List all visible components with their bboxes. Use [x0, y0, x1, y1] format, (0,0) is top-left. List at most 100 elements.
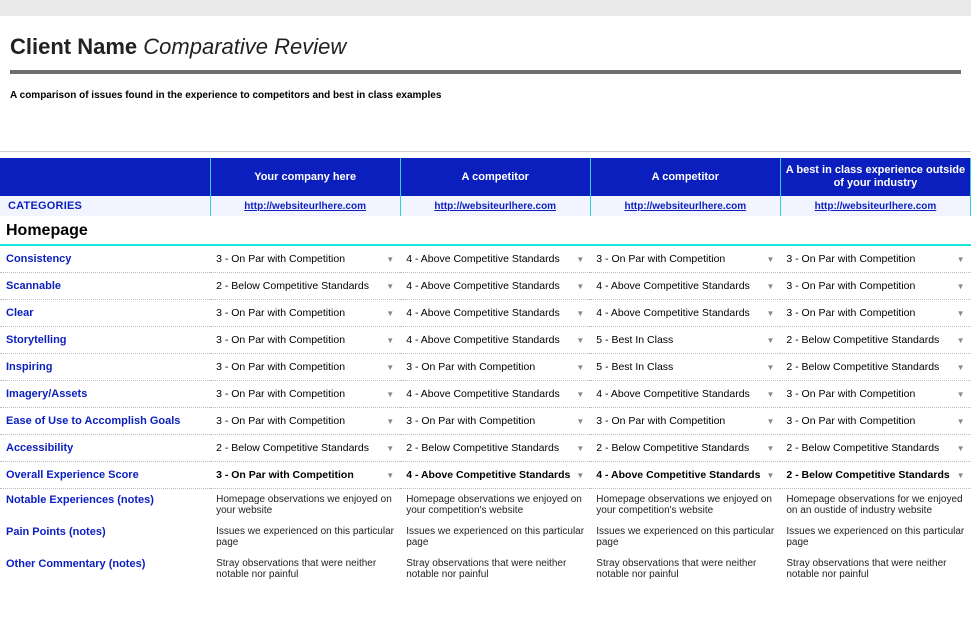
cell-value: 4 - Above Competitive Standards [406, 253, 560, 265]
cell-value: 4 - Above Competitive Standards [596, 469, 760, 481]
table-cell[interactable]: 4 - Above Competitive Standards ▼ [400, 245, 590, 273]
chevron-down-icon[interactable]: ▼ [386, 309, 394, 318]
cell-wrap: 4 - Above Competitive Standards ▼ [406, 253, 584, 265]
chevron-down-icon[interactable]: ▼ [576, 255, 584, 264]
notes-cell[interactable]: Issues we experienced on this particular… [400, 521, 590, 553]
chevron-down-icon[interactable]: ▼ [576, 282, 584, 291]
chevron-down-icon[interactable]: ▼ [386, 363, 394, 372]
chevron-down-icon[interactable]: ▼ [957, 336, 965, 345]
table-cell[interactable]: 4 - Above Competitive Standards ▼ [590, 462, 780, 489]
table-cell[interactable]: 2 - Below Competitive Standards▼ [400, 435, 590, 462]
notes-cell[interactable]: Issues we experienced on this particular… [210, 521, 400, 553]
chevron-down-icon[interactable]: ▼ [766, 309, 774, 318]
chevron-down-icon[interactable]: ▼ [766, 336, 774, 345]
chevron-down-icon[interactable]: ▼ [386, 417, 394, 426]
table-cell[interactable]: 2 - Below Competitive Standards▼ [780, 354, 970, 381]
table-row: Scannable2 - Below Competitive Standards… [0, 273, 971, 300]
url-link-company[interactable]: http://websiteurlhere.com [210, 196, 400, 216]
table-cell[interactable]: 3 - On Par with Competition▼ [210, 462, 400, 489]
table-cell[interactable]: 4 - Above Competitive Standards▼ [400, 273, 590, 300]
table-cell[interactable]: 3 - On Par with Competition▼ [400, 354, 590, 381]
table-cell[interactable]: 3 - On Par with Competition▼ [210, 381, 400, 408]
url-link-best-in-class[interactable]: http://websiteurlhere.com [780, 196, 970, 216]
notes-cell[interactable]: Stray observations that were neither not… [780, 553, 970, 585]
table-cell[interactable]: 5 - Best In Class▼ [590, 354, 780, 381]
document-header: Client Name Comparative Review [0, 16, 971, 90]
chevron-down-icon[interactable]: ▼ [957, 390, 965, 399]
chevron-down-icon[interactable]: ▼ [957, 282, 965, 291]
table-cell[interactable]: 4 - Above Competitive Standards▼ [400, 381, 590, 408]
chevron-down-icon[interactable]: ▼ [576, 309, 584, 318]
notes-cell[interactable]: Stray observations that were neither not… [590, 553, 780, 585]
notes-cell[interactable]: Homepage observations we enjoyed on your… [210, 489, 400, 522]
chevron-down-icon[interactable]: ▼ [766, 444, 774, 453]
cell-value: 3 - On Par with Competition [216, 415, 345, 427]
cell-wrap: 2 - Below Competitive Standards▼ [596, 442, 774, 454]
title-divider [10, 70, 961, 74]
table-cell[interactable]: 3 - On Par with Competition▼ [210, 300, 400, 327]
table-cell[interactable]: 3 - On Par with Competition▼ [210, 245, 400, 273]
table-cell[interactable]: 3 - On Par with Competition▼ [780, 300, 970, 327]
table-cell[interactable]: 3 - On Par with Competition▼ [590, 245, 780, 273]
notes-cell[interactable]: Homepage observations we enjoyed on your… [590, 489, 780, 522]
url-link-competitor-1[interactable]: http://websiteurlhere.com [400, 196, 590, 216]
chevron-down-icon[interactable]: ▼ [766, 417, 774, 426]
table-cell[interactable]: 3 - On Par with Competition▼ [780, 273, 970, 300]
table-cell[interactable]: 4 - Above Competitive Standards▼ [400, 300, 590, 327]
cell-wrap: 4 - Above Competitive Standards▼ [406, 469, 584, 481]
table-cell[interactable]: 3 - On Par with Competition▼ [590, 408, 780, 435]
table-cell[interactable]: 4 - Above Competitive Standards▼ [590, 300, 780, 327]
table-cell[interactable]: 3 - On Par with Competition▼ [780, 408, 970, 435]
table-cell[interactable]: 3 - On Par with Competition▼ [780, 245, 970, 273]
chevron-down-icon[interactable]: ▼ [576, 390, 584, 399]
notes-cell[interactable]: Homepage observations for we enjoyed on … [780, 489, 970, 522]
chevron-down-icon[interactable]: ▼ [766, 390, 774, 399]
chevron-down-icon[interactable]: ▼ [957, 363, 965, 372]
chevron-down-icon[interactable]: ▼ [957, 255, 965, 264]
column-header-blank [0, 158, 210, 196]
chevron-down-icon[interactable]: ▼ [957, 309, 965, 318]
table-cell[interactable]: 4 - Above Competitive Standards▼ [400, 327, 590, 354]
table-cell[interactable]: 3 - On Par with Competition▼ [780, 381, 970, 408]
url-link-competitor-2[interactable]: http://websiteurlhere.com [590, 196, 780, 216]
table-cell[interactable]: 2 - Below Competitive Standards▼ [780, 462, 970, 489]
notes-cell[interactable]: Issues we experienced on this particular… [590, 521, 780, 553]
chevron-down-icon[interactable]: ▼ [576, 444, 584, 453]
chevron-down-icon[interactable]: ▼ [766, 471, 774, 480]
chevron-down-icon[interactable]: ▼ [957, 444, 965, 453]
table-cell[interactable]: 3 - On Par with Competition ▼ [210, 408, 400, 435]
table-cell[interactable]: 4 - Above Competitive Standards▼ [590, 381, 780, 408]
table-cell[interactable]: 4 - Above Competitive Standards▼ [400, 462, 590, 489]
table-cell[interactable]: 2 - Below Competitive Standards▼ [210, 273, 400, 300]
cell-wrap: 4 - Above Competitive Standards▼ [596, 388, 774, 400]
chevron-down-icon[interactable]: ▼ [576, 471, 584, 480]
table-cell[interactable]: 2 - Below Competitive Standards▼ [780, 327, 970, 354]
chevron-down-icon[interactable]: ▼ [386, 255, 394, 264]
chevron-down-icon[interactable]: ▼ [386, 336, 394, 345]
table-cell[interactable]: 2 - Below Competitive Standards▼ [210, 435, 400, 462]
chevron-down-icon[interactable]: ▼ [386, 282, 394, 291]
table-cell[interactable]: 2 - Below Competitive Standards▼ [780, 435, 970, 462]
table-cell[interactable]: 2 - Below Competitive Standards▼ [590, 435, 780, 462]
notes-cell[interactable]: Stray observations that were neither not… [400, 553, 590, 585]
chevron-down-icon[interactable]: ▼ [386, 390, 394, 399]
chevron-down-icon[interactable]: ▼ [386, 471, 394, 480]
notes-cell[interactable]: Homepage observations we enjoyed on your… [400, 489, 590, 522]
chevron-down-icon[interactable]: ▼ [766, 363, 774, 372]
table-cell[interactable]: 3 - On Par with Competition▼ [210, 327, 400, 354]
chevron-down-icon[interactable]: ▼ [576, 336, 584, 345]
chevron-down-icon[interactable]: ▼ [766, 255, 774, 264]
notes-cell[interactable]: Stray observations that were neither not… [210, 553, 400, 585]
chevron-down-icon[interactable]: ▼ [386, 444, 394, 453]
notes-cell[interactable]: Issues we experienced on this particular… [780, 521, 970, 553]
chevron-down-icon[interactable]: ▼ [957, 471, 965, 480]
chevron-down-icon[interactable]: ▼ [766, 282, 774, 291]
chevron-down-icon[interactable]: ▼ [576, 417, 584, 426]
table-cell[interactable]: 3 - On Par with Competition▼ [400, 408, 590, 435]
table-cell[interactable]: 5 - Best In Class▼ [590, 327, 780, 354]
table-cell[interactable]: 3 - On Par with Competition▼ [210, 354, 400, 381]
client-name: Client Name [10, 34, 137, 59]
chevron-down-icon[interactable]: ▼ [576, 363, 584, 372]
table-cell[interactable]: 4 - Above Competitive Standards▼ [590, 273, 780, 300]
chevron-down-icon[interactable]: ▼ [957, 417, 965, 426]
